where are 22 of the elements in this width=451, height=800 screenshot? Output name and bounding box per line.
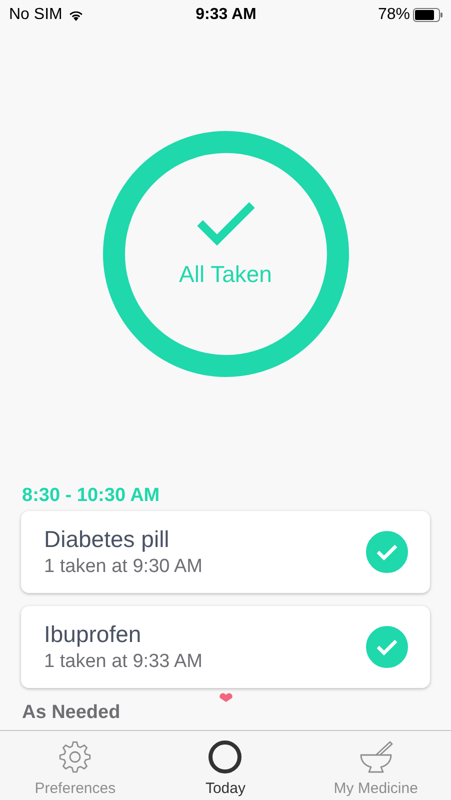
dose-detail: 1 taken at 9:30 AM xyxy=(44,556,202,578)
dose-detail: 1 taken at 9:33 AM xyxy=(44,651,202,673)
status-label: All Taken xyxy=(179,260,272,288)
battery-icon xyxy=(412,8,443,22)
medicine-card[interactable]: Diabetes pill 1 taken at 9:30 AM xyxy=(21,511,430,593)
battery-percent: 78% xyxy=(378,6,410,24)
heart-icon xyxy=(218,693,232,702)
mortar-icon xyxy=(358,740,394,774)
section-title: As Needed xyxy=(22,702,120,724)
medicine-name: Diabetes pill xyxy=(44,526,170,553)
wifi-icon xyxy=(68,9,84,21)
tab-button[interactable]: Today xyxy=(150,731,301,800)
clock-time: 9:33 AM xyxy=(196,6,256,24)
section-title: 8:30 - 10:30 AM xyxy=(22,485,160,507)
gear-icon xyxy=(58,740,92,774)
medicine-card[interactable]: Ibuprofen 1 taken at 9:33 AM xyxy=(21,606,430,688)
carrier-label: No SIM xyxy=(9,6,62,24)
medicine-name: Ibuprofen xyxy=(44,621,142,648)
circle-icon xyxy=(208,740,242,774)
check-circle-icon[interactable] xyxy=(366,626,408,668)
check-circle-icon[interactable] xyxy=(366,531,408,573)
checkmark-icon xyxy=(196,200,256,246)
